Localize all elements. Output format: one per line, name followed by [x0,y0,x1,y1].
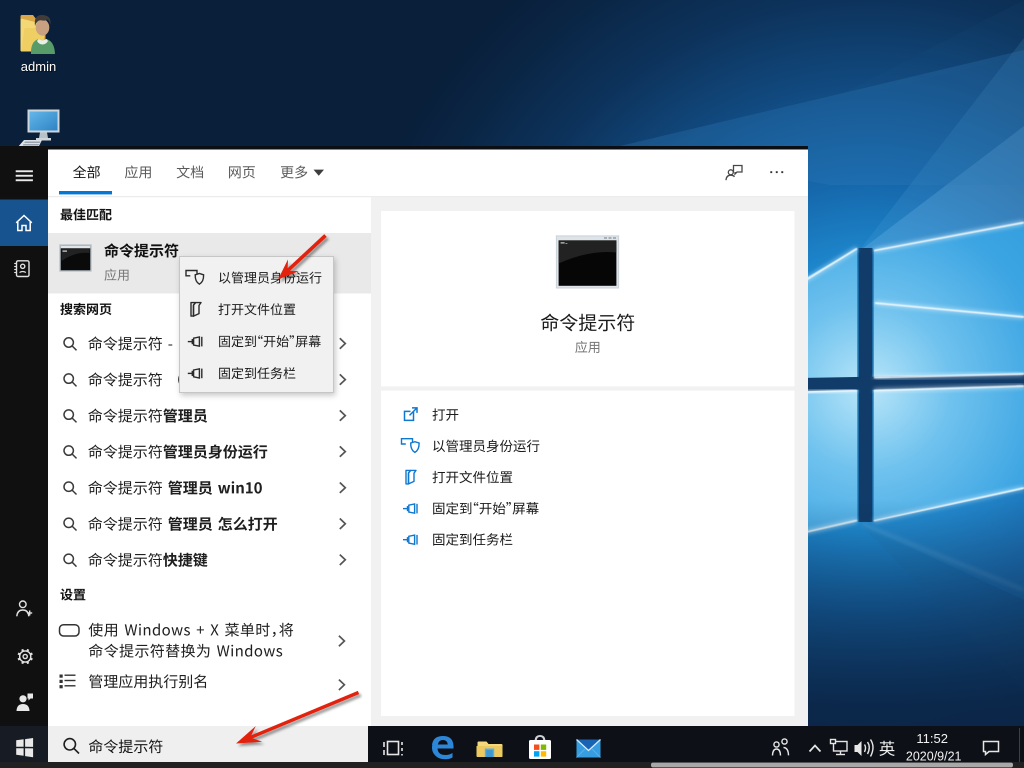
svg-text:2020/9/21: 2020/9/21 [906,749,962,763]
svg-text:admin: admin [21,59,56,74]
svg-text:11:52: 11:52 [916,731,948,746]
